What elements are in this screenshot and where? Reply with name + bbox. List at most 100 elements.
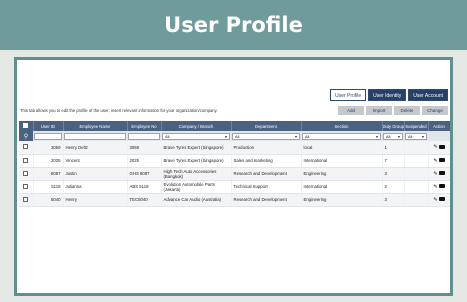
cell-suspended: [404, 141, 429, 155]
chevron-down-icon: ▾: [397, 133, 400, 139]
chevron-down-icon: ▾: [421, 133, 424, 139]
cell-suspended: [404, 180, 429, 194]
pencil-icon[interactable]: ✎: [433, 144, 437, 150]
chevron-down-icon: ▾: [224, 133, 227, 139]
pencil-icon[interactable]: ✎: [433, 197, 437, 203]
chevron-down-icon: ▾: [375, 133, 378, 139]
delete-button[interactable]: Delete: [394, 106, 420, 115]
camera-icon[interactable]: [438, 171, 445, 176]
col-duty-group[interactable]: Duty Group: [382, 121, 405, 131]
cell-department: Research and Development: [231, 193, 302, 207]
row-checkbox[interactable]: [23, 196, 29, 202]
cell-employee-name: Vincent: [63, 154, 128, 168]
cell-duty-group: 3: [382, 193, 405, 207]
page-banner: User Profile: [0, 0, 467, 50]
cell-section: local: [301, 141, 383, 155]
cell-section: International: [301, 154, 383, 168]
col-employee-name[interactable]: Employee Name: [63, 121, 128, 131]
add-button[interactable]: Add: [338, 106, 364, 115]
table-row[interactable]: 5040 Henry TEC5040 Advance Car Audio (Au…: [19, 193, 450, 207]
tab-user-profile[interactable]: User Profile: [330, 89, 367, 101]
select-all-header[interactable]: [19, 121, 34, 131]
row-checkbox[interactable]: [23, 170, 29, 176]
cell-department: Sales and marketing: [231, 154, 302, 168]
cell-suspended: [404, 193, 429, 207]
cell-employee-name: Justin: [63, 167, 128, 181]
cell-department: Technical Support: [231, 180, 302, 194]
table-row[interactable]: 8087 Justin GHS 8087 High Tech Auto Acce…: [19, 167, 450, 181]
cell-company: Brave Tyres Expert (Singapore): [161, 154, 232, 168]
cell-suspended: [404, 167, 429, 181]
camera-icon[interactable]: [438, 145, 445, 150]
cell-employee-name: Julianna: [63, 180, 128, 194]
row-checkbox[interactable]: [23, 144, 29, 150]
cell-duty-group: 7: [382, 154, 405, 168]
cell-user-id: 3059: [33, 141, 64, 155]
cell-employee-name: Henry Deltz: [63, 141, 128, 155]
change-button[interactable]: Change: [422, 106, 448, 115]
col-action: Action: [428, 121, 450, 131]
table-header: User ID Employee Name Employee No Compan…: [19, 121, 450, 131]
col-section[interactable]: Section: [301, 121, 383, 131]
select-all-checkbox[interactable]: [23, 123, 29, 128]
user-table: User ID Employee Name Employee No Compan…: [19, 121, 450, 207]
tab-user-identity[interactable]: User Identity: [368, 89, 407, 101]
duty-group-filter[interactable]: All ▾: [383, 132, 403, 140]
pencil-icon[interactable]: ✎: [433, 158, 437, 164]
company-filter[interactable]: All ▾: [162, 132, 230, 140]
camera-icon[interactable]: [438, 197, 445, 202]
search-icon[interactable]: ⚲: [24, 134, 28, 140]
employee-no-filter[interactable]: [128, 132, 160, 140]
suspended-filter[interactable]: All ▾: [405, 132, 427, 140]
table-row[interactable]: 5119 Julianna ABS 5119 Evolution Automob…: [19, 180, 450, 194]
cell-department: Research and Development: [231, 167, 302, 181]
cell-company: Advance Car Audio (Australia): [161, 193, 232, 207]
import-button[interactable]: Import: [366, 106, 392, 115]
action-toolbar: Add Import Delete Change: [338, 106, 448, 115]
filter-row: ⚲ All ▾ All ▾ All ▾ All ▾ All ▾: [19, 131, 450, 141]
cell-section: International: [301, 180, 383, 194]
cell-company: Evolution Automobile Parts (Jakarta): [161, 180, 232, 194]
row-checkbox[interactable]: [23, 157, 29, 163]
col-department[interactable]: Department: [231, 121, 302, 131]
chevron-down-icon: ▾: [294, 133, 297, 139]
col-suspended[interactable]: Suspended: [404, 121, 429, 131]
cell-section: Engineering: [301, 167, 383, 181]
camera-icon[interactable]: [438, 158, 445, 163]
cell-company: Brave Tyres Expert (Singapore): [161, 141, 232, 155]
pencil-icon[interactable]: ✎: [433, 171, 437, 177]
cell-section: Engineering: [301, 193, 383, 207]
department-filter[interactable]: All ▾: [232, 132, 300, 140]
cell-duty-group: 1: [382, 141, 405, 155]
table-row[interactable]: 2025 Vincent 2025 Brave Tyres Expert (Si…: [19, 154, 450, 168]
tab-description: This tab allows you to edit the profile …: [20, 108, 218, 113]
tab-bar: User Profile User Identity User Account: [330, 89, 448, 101]
employee-name-filter[interactable]: [64, 132, 126, 140]
banner-title: User Profile: [164, 13, 303, 37]
cell-department: Production: [231, 141, 302, 155]
row-checkbox[interactable]: [23, 183, 29, 189]
profile-panel: User Profile User Identity User Account …: [14, 57, 453, 296]
tab-user-account[interactable]: User Account: [408, 89, 448, 101]
table-row[interactable]: 3059 Henry Deltz 3059 Brave Tyres Expert…: [19, 141, 450, 155]
user-id-filter[interactable]: [34, 132, 62, 140]
cell-user-id: 2025: [33, 154, 64, 168]
cell-employee-no: ABS 5119: [127, 180, 162, 194]
cell-user-id: 8087: [33, 167, 64, 181]
col-employee-no[interactable]: Employee No: [127, 121, 162, 131]
col-user-id[interactable]: User ID: [33, 121, 64, 131]
cell-employee-no: GHS 8087: [127, 167, 162, 181]
camera-icon[interactable]: [438, 184, 445, 189]
cell-company: High Tech Auto Accessories (Bangkok): [161, 167, 232, 181]
cell-employee-no: 2025: [127, 154, 162, 168]
cell-employee-name: Henry: [63, 193, 128, 207]
pencil-icon[interactable]: ✎: [433, 184, 437, 190]
cell-user-id: 5040: [33, 193, 64, 207]
cell-user-id: 5119: [33, 180, 64, 194]
col-company-branch[interactable]: Company / Branch: [161, 121, 232, 131]
section-filter[interactable]: All ▾: [302, 132, 381, 140]
table-body: 3059 Henry Deltz 3059 Brave Tyres Expert…: [19, 141, 450, 207]
cell-employee-no: TEC5040: [127, 193, 162, 207]
cell-suspended: [404, 154, 429, 168]
cell-duty-group: 2: [382, 180, 405, 194]
